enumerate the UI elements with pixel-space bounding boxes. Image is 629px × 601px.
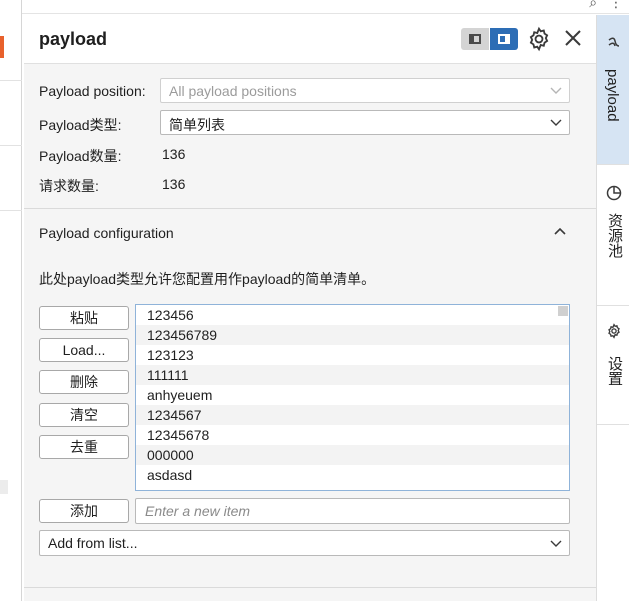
list-item[interactable]: 000000: [136, 445, 569, 465]
right-rail: payload 资源池 设置: [596, 15, 629, 601]
list-scrollbar[interactable]: [558, 306, 568, 316]
payload-panel: payload Payload position: All payload po…: [24, 15, 596, 601]
pie-chart-icon: [606, 185, 622, 201]
deduplicate-button[interactable]: 去重: [39, 435, 129, 459]
payload-position-label: Payload position:: [39, 83, 146, 99]
list-item[interactable]: 111111: [136, 365, 569, 385]
payload-icon: [608, 37, 620, 47]
paste-button[interactable]: 粘贴: [39, 306, 129, 330]
add-from-list-select[interactable]: Add from list...: [39, 530, 570, 556]
payload-type-value: 简单列表: [169, 117, 225, 133]
panel-header: payload: [24, 15, 596, 64]
left-divider: [0, 80, 22, 81]
chevron-up-icon[interactable]: [552, 223, 568, 239]
payload-position-value: All payload positions: [169, 83, 297, 99]
add-from-list-label: Add from list...: [48, 535, 138, 551]
list-item[interactable]: anhyeuem: [136, 385, 569, 405]
rail-divider: [597, 424, 629, 425]
chevron-down-icon: [550, 119, 562, 126]
rail-tab-label: payload: [604, 69, 621, 122]
payload-position-select: All payload positions: [160, 78, 570, 103]
panel-title: payload: [39, 29, 108, 49]
chevron-down-icon: [550, 87, 562, 94]
request-count-value: 136: [162, 176, 186, 192]
payload-type-label: Payload类型:: [39, 117, 122, 133]
config-section-title: Payload configuration: [39, 225, 174, 241]
left-scroll-thumb[interactable]: [0, 480, 8, 494]
left-divider: [0, 145, 22, 146]
gear-icon: [608, 323, 620, 339]
layout-left-icon: [469, 34, 481, 44]
list-item[interactable]: 123123: [136, 345, 569, 365]
rail-tab-settings[interactable]: 设置: [597, 306, 629, 424]
list-item[interactable]: 12345678: [136, 425, 569, 445]
close-button[interactable]: [560, 26, 586, 52]
list-item[interactable]: 123456: [136, 305, 569, 325]
settings-button[interactable]: [526, 26, 552, 52]
close-icon: [565, 30, 581, 46]
search-icon[interactable]: ⌕ ⋮: [589, 0, 627, 11]
payload-type-select[interactable]: 简单列表: [160, 110, 570, 135]
remove-button[interactable]: 删除: [39, 370, 129, 394]
payload-count-label: Payload数量:: [39, 148, 122, 164]
config-description: 此处payload类型允许您配置用作payload的简单清单。: [39, 271, 376, 287]
left-divider: [0, 210, 22, 211]
rail-tab-resource-pool[interactable]: 资源池: [597, 165, 629, 305]
load-button[interactable]: Load...: [39, 338, 129, 362]
selected-marker: [0, 36, 4, 58]
request-count-label: 请求数量:: [39, 178, 99, 194]
rail-tab-label: 设置: [606, 356, 623, 386]
rail-tab-label: 资源池: [606, 213, 623, 258]
layout-sidebar-left-button[interactable]: [461, 28, 489, 50]
add-button[interactable]: 添加: [39, 499, 129, 523]
list-item[interactable]: asdasd: [136, 465, 569, 485]
layout-sidebar-right-button[interactable]: [490, 28, 518, 50]
bottom-divider: [24, 587, 596, 588]
layout-toggle: [461, 28, 518, 50]
payload-count-value: 136: [162, 146, 186, 162]
gear-icon: [529, 26, 549, 52]
rail-tab-payload[interactable]: payload: [597, 15, 629, 164]
new-item-input[interactable]: Enter a new item: [135, 498, 570, 524]
chevron-down-icon: [550, 540, 562, 547]
list-item[interactable]: 1234567: [136, 405, 569, 425]
layout-right-icon: [498, 34, 510, 44]
clear-button[interactable]: 清空: [39, 403, 129, 427]
section-divider: [24, 208, 596, 209]
list-item[interactable]: 123456789: [136, 325, 569, 345]
payload-list[interactable]: 123456 123456789 123123 111111 anhyeuem …: [135, 304, 570, 491]
left-strip: [0, 0, 22, 601]
top-bar: ⌕ ⋮: [22, 0, 629, 14]
